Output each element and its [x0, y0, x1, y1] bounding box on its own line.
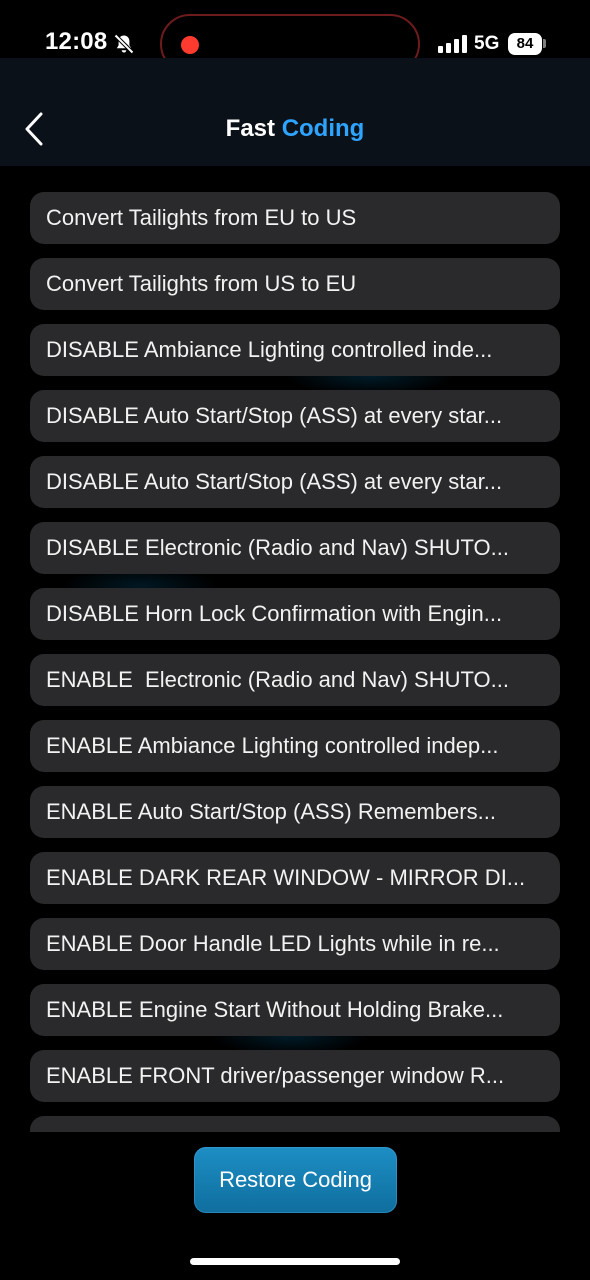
recording-indicator-icon	[181, 36, 199, 54]
list-item-label: DISABLE Auto Start/Stop (ASS) at every s…	[46, 403, 503, 428]
status-time: 12:08	[45, 28, 108, 55]
list-item-label: DISABLE Ambiance Lighting controlled ind…	[46, 337, 493, 362]
coding-list[interactable]: Convert Tailights from EU to US Convert …	[0, 166, 590, 1132]
list-item[interactable]: ENABLE Ambiance Lighting controlled inde…	[30, 720, 560, 772]
battery-tip	[543, 39, 546, 48]
signal-icon	[438, 35, 467, 53]
list-item-partial[interactable]	[30, 1116, 560, 1132]
list-item[interactable]: ENABLE Engine Start Without Holding Brak…	[30, 984, 560, 1036]
network-type: 5G	[474, 33, 500, 54]
list-item-label: ENABLE DARK REAR WINDOW - MIRROR DI...	[46, 865, 526, 890]
home-indicator[interactable]	[190, 1258, 400, 1265]
list-item-label: ENABLE Auto Start/Stop (ASS) Remembers..…	[46, 799, 496, 824]
list-item-label: DISABLE Auto Start/Stop (ASS) at every s…	[46, 469, 503, 494]
list-item[interactable]: DISABLE Auto Start/Stop (ASS) at every s…	[30, 390, 560, 442]
list-item[interactable]: DISABLE Horn Lock Confirmation with Engi…	[30, 588, 560, 640]
restore-coding-button[interactable]: Restore Coding	[194, 1147, 397, 1213]
list-item[interactable]: ENABLE DARK REAR WINDOW - MIRROR DI...	[30, 852, 560, 904]
page-title-part2: Coding	[281, 115, 365, 142]
list-item[interactable]: Convert Tailights from US to EU	[30, 258, 560, 310]
list-item-label: DISABLE Horn Lock Confirmation with Engi…	[46, 601, 503, 626]
nav-header: Fast Coding	[0, 58, 590, 166]
list-item[interactable]: ENABLE Door Handle LED Lights while in r…	[30, 918, 560, 970]
list-item-label: Convert Tailights from EU to US	[46, 205, 357, 230]
page-title: Fast Coding	[0, 115, 590, 143]
page-title-part1: Fast	[225, 115, 276, 142]
battery-icon: 84	[508, 33, 542, 55]
status-bar: 12:08 5G 84	[0, 0, 590, 74]
list-item-label: DISABLE Electronic (Radio and Nav) SHUTO…	[46, 535, 509, 560]
list-item[interactable]: DISABLE Auto Start/Stop (ASS) at every s…	[30, 456, 560, 508]
list-item-label: ENABLE FRONT driver/passenger window R..…	[46, 1063, 505, 1088]
list-item-label: ENABLE Door Handle LED Lights while in r…	[46, 931, 500, 956]
list-item-label: ENABLE Ambiance Lighting controlled inde…	[46, 733, 499, 758]
list-item[interactable]: ENABLE Auto Start/Stop (ASS) Remembers..…	[30, 786, 560, 838]
list-item-label: ENABLE Engine Start Without Holding Brak…	[46, 997, 504, 1022]
list-item[interactable]: ENABLE FRONT driver/passenger window R..…	[30, 1050, 560, 1102]
list-item[interactable]: DISABLE Electronic (Radio and Nav) SHUTO…	[30, 522, 560, 574]
list-item-label: ENABLE Electronic (Radio and Nav) SHUTO.…	[46, 667, 509, 692]
list-item-label: Convert Tailights from US to EU	[46, 271, 357, 296]
list-item[interactable]: DISABLE Ambiance Lighting controlled ind…	[30, 324, 560, 376]
list-item[interactable]: Convert Tailights from EU to US	[30, 192, 560, 244]
bell-off-icon	[114, 34, 134, 54]
list-item[interactable]: ENABLE Electronic (Radio and Nav) SHUTO.…	[30, 654, 560, 706]
